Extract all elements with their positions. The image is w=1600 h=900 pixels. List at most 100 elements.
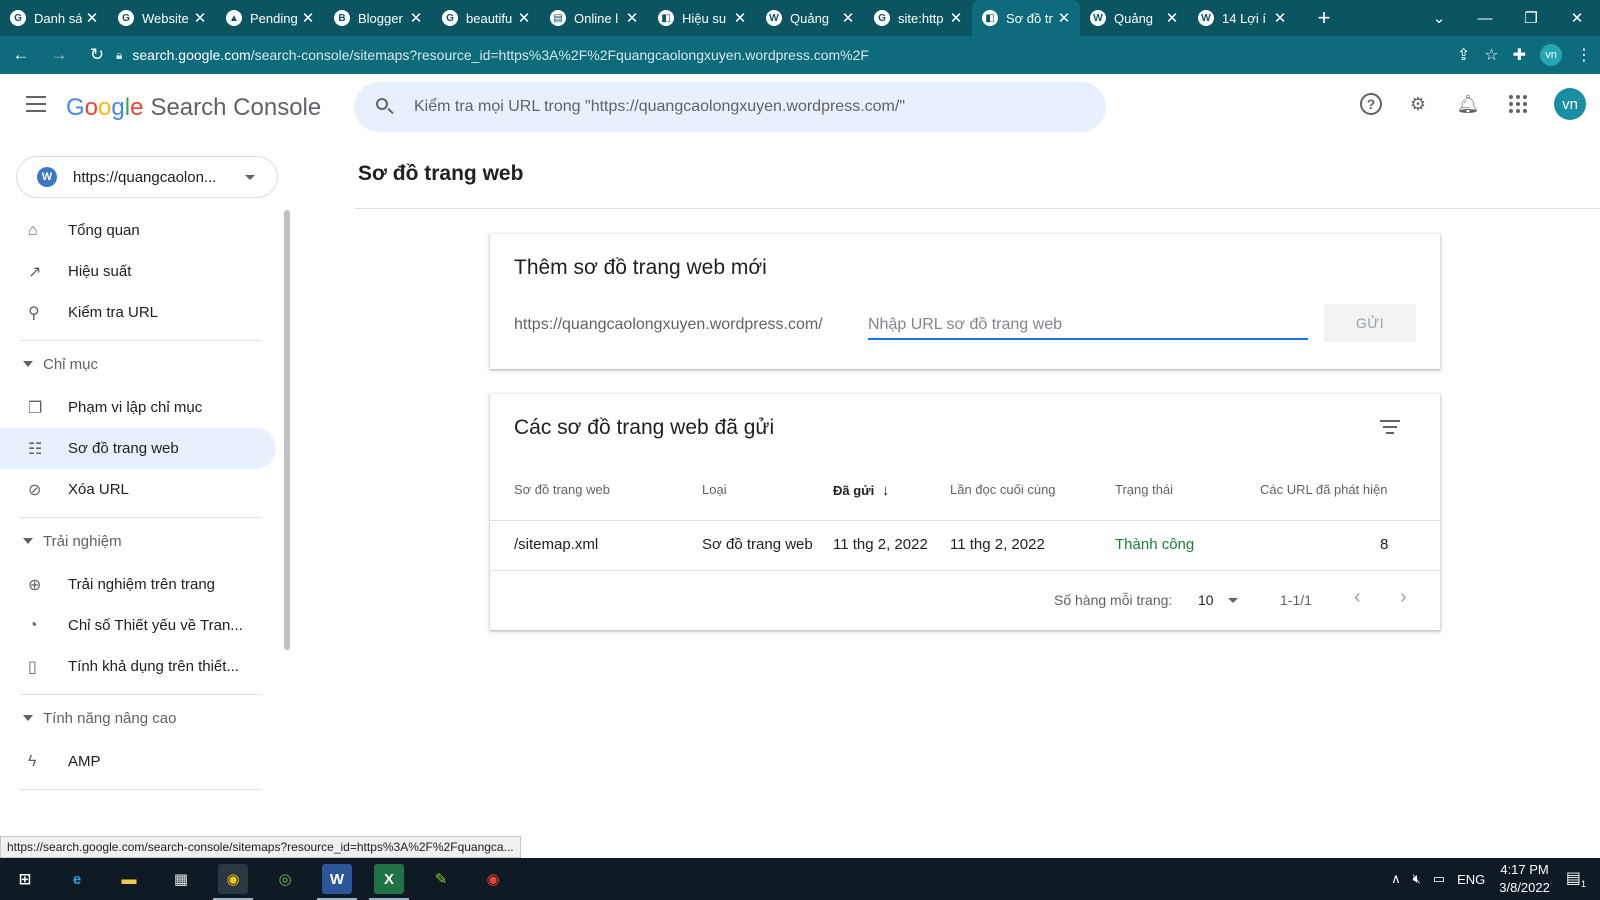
column-header-sitemap[interactable]: Sơ đồ trang web bbox=[514, 482, 610, 497]
close-tab-icon[interactable]: ✕ bbox=[1162, 9, 1182, 27]
column-header-submitted[interactable]: Đã gửi ↓ bbox=[833, 482, 889, 499]
reload-button[interactable]: ↻ bbox=[80, 45, 114, 65]
browser-tab[interactable]: Gbeautifu ✕ bbox=[432, 0, 540, 36]
excel-icon[interactable]: X bbox=[374, 864, 404, 894]
browser-tab[interactable]: Gsite:http ✕ bbox=[864, 0, 972, 36]
back-button[interactable]: ← bbox=[4, 45, 38, 65]
close-tab-icon[interactable]: ✕ bbox=[298, 9, 318, 27]
close-window-button[interactable]: ✕ bbox=[1554, 9, 1600, 27]
sidebar-item[interactable]: ◔ Chỉ số Thiết yếu về Tran... bbox=[0, 605, 276, 646]
sitemap-url-input[interactable] bbox=[868, 312, 1308, 340]
browser-tab[interactable]: ▤ Online l ✕ bbox=[540, 0, 648, 36]
search-icon[interactable] bbox=[374, 96, 396, 118]
url-inspection-search[interactable] bbox=[354, 82, 1106, 132]
store-icon[interactable]: ▦ bbox=[166, 864, 196, 894]
browser-menu-icon[interactable]: ⋮ bbox=[1576, 45, 1592, 65]
users-settings-icon[interactable]: ⚙ bbox=[1404, 90, 1432, 118]
input-language[interactable]: ENG bbox=[1457, 872, 1485, 887]
browser-tab[interactable]: ◧ Hiệu su ✕ bbox=[648, 0, 756, 36]
close-tab-icon[interactable]: ✕ bbox=[730, 9, 750, 27]
chrome-icon[interactable]: ◉ bbox=[218, 864, 248, 894]
browser-tab[interactable]: ▲ Pending ✕ bbox=[216, 0, 324, 36]
close-tab-icon[interactable]: ✕ bbox=[190, 9, 210, 27]
sidebar-item[interactable]: ⌂ Tổng quan bbox=[0, 210, 276, 251]
property-selector[interactable]: W https://quangcaolon... bbox=[16, 156, 278, 198]
minimize-button[interactable]: — bbox=[1462, 10, 1508, 27]
sidebar-item[interactable]: ▯ Tính khả dụng trên thiết... bbox=[0, 646, 276, 687]
windows-start-icon[interactable]: ⊞ bbox=[10, 864, 40, 894]
browser-tab[interactable]: W Quảng ✕ bbox=[1080, 0, 1188, 36]
lock-icon[interactable]: 🔒︎ bbox=[116, 48, 122, 63]
forward-button[interactable]: → bbox=[42, 45, 76, 65]
browser-tab[interactable]: ◧ Sơ đồ tr ✕ bbox=[972, 0, 1080, 36]
nav-section-index[interactable]: Chỉ mục bbox=[0, 341, 282, 387]
sidebar-item[interactable]: ϟ AMP bbox=[0, 741, 276, 782]
sidebar-item[interactable]: ⊘ Xóa URL bbox=[0, 469, 276, 510]
google-search-console-logo[interactable]: Google Search Console bbox=[66, 94, 321, 122]
account-avatar[interactable]: vn bbox=[1554, 88, 1586, 120]
next-page-icon[interactable]: › bbox=[1400, 586, 1407, 609]
show-hidden-icons-icon[interactable]: ∧ bbox=[1391, 871, 1401, 887]
word-icon[interactable]: W bbox=[322, 864, 352, 894]
sidebar-scrollbar[interactable] bbox=[284, 210, 290, 650]
browser-tab[interactable]: G Danh sá ✕ bbox=[0, 0, 108, 36]
share-icon[interactable]: ⇪ bbox=[1457, 45, 1470, 65]
tab-search-icon[interactable]: ⌄ bbox=[1416, 9, 1462, 27]
close-tab-icon[interactable]: ✕ bbox=[514, 9, 534, 27]
rows-per-page-caret-icon[interactable] bbox=[1228, 598, 1238, 603]
tab-title: Hiệu su bbox=[682, 10, 727, 26]
close-tab-icon[interactable]: ✕ bbox=[1270, 9, 1290, 27]
bookmark-star-icon[interactable]: ☆ bbox=[1484, 45, 1498, 65]
submit-sitemap-button[interactable]: GỬI bbox=[1324, 304, 1416, 342]
column-header-discovered-urls[interactable]: Các URL đã phát hiện bbox=[1260, 482, 1387, 497]
browser-tab[interactable]: G Website ✕ bbox=[108, 0, 216, 36]
rows-per-page-label: Số hàng mỗi trang: bbox=[1054, 592, 1173, 608]
sidebar-item[interactable]: ⊕ Trải nghiệm trên trang bbox=[0, 564, 276, 605]
close-tab-icon[interactable]: ✕ bbox=[82, 9, 102, 27]
help-icon[interactable]: ? bbox=[1360, 93, 1382, 115]
close-tab-icon[interactable]: ✕ bbox=[1054, 9, 1074, 27]
main-menu-icon[interactable] bbox=[26, 96, 46, 117]
address-bar[interactable]: 🔒︎ search.google.com/search-console/site… bbox=[116, 40, 1496, 70]
notifications-icon[interactable]: ▤1 bbox=[1566, 868, 1586, 889]
column-header-type[interactable]: Loại bbox=[702, 482, 727, 497]
extensions-puzzle-icon[interactable]: ✚ bbox=[1513, 45, 1526, 65]
google-apps-icon[interactable] bbox=[1504, 90, 1532, 118]
rows-per-page-select[interactable]: 10 bbox=[1198, 592, 1214, 608]
browser-tab-strip: G Danh sá ✕ G Website ✕ ▲ Pending ✕ B Blogger ✕ Gbea… bbox=[0, 0, 1600, 36]
column-header-status[interactable]: Trạng thái bbox=[1115, 482, 1173, 497]
battery-icon[interactable]: ▭ bbox=[1433, 871, 1445, 887]
chrome-profile-icon[interactable]: ◉ bbox=[478, 864, 508, 894]
greenshot-editor-icon[interactable]: ✎ bbox=[426, 864, 456, 894]
column-header-last-read[interactable]: Lần đọc cuối cùng bbox=[950, 482, 1056, 497]
browser-tab[interactable]: B Blogger ✕ bbox=[324, 0, 432, 36]
close-tab-icon[interactable]: ✕ bbox=[406, 9, 426, 27]
browser-tab[interactable]: W 14 Lợi í ✕ bbox=[1188, 0, 1296, 36]
clock[interactable]: 4:17 PM 3/8/2022 bbox=[1499, 861, 1550, 897]
sidebar-item[interactable]: ⚲ Kiểm tra URL bbox=[0, 292, 276, 333]
restore-button[interactable]: ❐ bbox=[1508, 9, 1554, 27]
edge-browser-icon[interactable]: e bbox=[62, 864, 92, 894]
close-tab-icon[interactable]: ✕ bbox=[946, 9, 966, 27]
profile-avatar[interactable]: vn bbox=[1540, 44, 1562, 66]
file-explorer-icon[interactable]: ▬ bbox=[114, 864, 144, 894]
close-tab-icon[interactable]: ✕ bbox=[838, 9, 858, 27]
sidebar-item[interactable]: ❐ Phạm vi lập chỉ mục bbox=[0, 387, 276, 428]
windows-taskbar: ⊞ e ▬ ▦ ◉ ◎ W X ✎ ◉ ∧ 🔇︎ ▭ ENG 4:17 PM 3… bbox=[0, 858, 1600, 900]
sidebar-item[interactable]: ☷ Sơ đồ trang web bbox=[0, 428, 276, 469]
sidebar-item[interactable]: ↗ Hiệu suất bbox=[0, 251, 276, 292]
notifications-bell-icon[interactable]: 🔔︎ bbox=[1454, 90, 1482, 118]
url-inspection-input[interactable] bbox=[414, 98, 1074, 116]
sidebar-item-label: Chỉ số Thiết yếu về Tran... bbox=[68, 617, 243, 634]
nav-section-advanced[interactable]: Tính năng nâng cao bbox=[0, 695, 282, 741]
cell-sitemap[interactable]: /sitemap.xml bbox=[514, 536, 598, 553]
browser-tab[interactable]: W Quảng ✕ bbox=[756, 0, 864, 36]
new-tab-button[interactable]: + bbox=[1310, 5, 1338, 31]
sidebar-item-label: AMP bbox=[68, 753, 101, 770]
volume-muted-icon[interactable]: 🔇︎ bbox=[1413, 871, 1421, 887]
filter-icon[interactable] bbox=[1380, 420, 1400, 436]
nav-section-experience[interactable]: Trải nghiệm bbox=[0, 518, 282, 564]
greenshot-icon[interactable]: ◎ bbox=[270, 864, 300, 894]
close-tab-icon[interactable]: ✕ bbox=[622, 9, 642, 27]
previous-page-icon[interactable]: ‹ bbox=[1354, 586, 1361, 609]
